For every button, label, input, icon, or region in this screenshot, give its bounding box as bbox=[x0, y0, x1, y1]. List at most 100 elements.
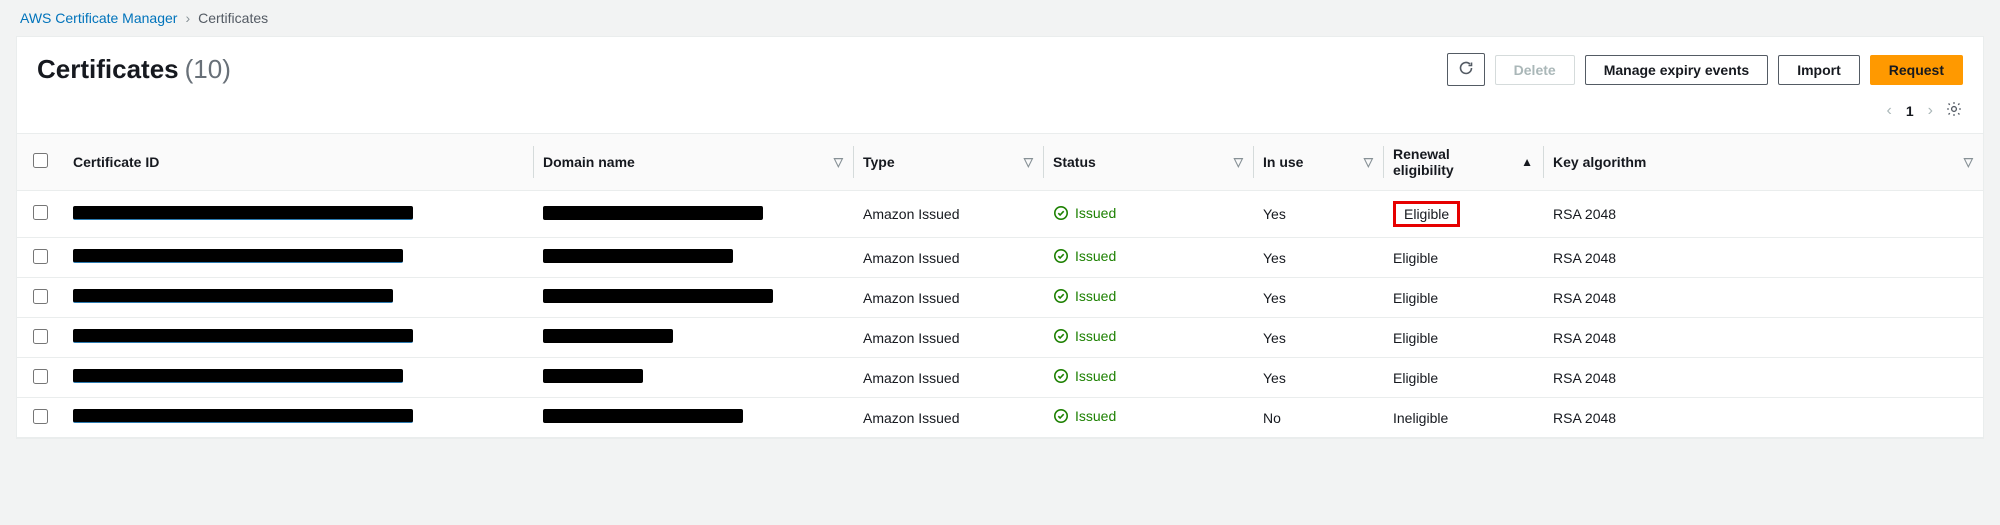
key-algorithm-cell: RSA 2048 bbox=[1553, 330, 1616, 346]
renewal-cell: Eligible bbox=[1393, 290, 1438, 306]
domain-name-cell bbox=[543, 289, 773, 303]
renewal-cell-highlighted: Eligible bbox=[1393, 201, 1460, 227]
check-circle-icon bbox=[1053, 288, 1069, 304]
row-checkbox[interactable] bbox=[33, 289, 48, 304]
row-checkbox[interactable] bbox=[33, 329, 48, 344]
col-label: Domain name bbox=[543, 154, 635, 170]
row-checkbox[interactable] bbox=[33, 369, 48, 384]
key-algorithm-cell: RSA 2048 bbox=[1553, 410, 1616, 426]
certificates-table: Certificate ID Domain name ▽ Type ▽ bbox=[17, 133, 1983, 438]
sort-desc-icon: ▽ bbox=[834, 155, 843, 169]
sort-desc-icon: ▽ bbox=[1024, 155, 1033, 169]
import-button[interactable]: Import bbox=[1778, 55, 1860, 85]
sort-asc-icon: ▲ bbox=[1521, 155, 1533, 169]
status-cell: Issued bbox=[1053, 205, 1116, 221]
in-use-cell: Yes bbox=[1263, 330, 1286, 346]
pager-next[interactable]: › bbox=[1928, 102, 1933, 120]
page-title: Certificates bbox=[37, 54, 179, 85]
page-title-count: (10) bbox=[185, 54, 231, 85]
refresh-button[interactable] bbox=[1447, 53, 1485, 86]
table-row: Amazon Issued Issued Yes Eligible RSA 20… bbox=[17, 358, 1983, 398]
col-key-algorithm[interactable]: Key algorithm ▽ bbox=[1543, 134, 1983, 191]
in-use-cell: Yes bbox=[1263, 250, 1286, 266]
pager-prev[interactable]: ‹ bbox=[1887, 102, 1892, 120]
in-use-cell: Yes bbox=[1263, 290, 1286, 306]
sort-desc-icon: ▽ bbox=[1364, 155, 1373, 169]
refresh-icon bbox=[1458, 60, 1474, 76]
action-bar: Delete Manage expiry events Import Reque… bbox=[1447, 53, 1963, 86]
col-type[interactable]: Type ▽ bbox=[853, 134, 1043, 191]
renewal-cell: Ineligible bbox=[1393, 410, 1448, 426]
col-label: Status bbox=[1053, 154, 1096, 170]
certificates-panel: Certificates (10) Delete Manage expiry e… bbox=[16, 36, 1984, 439]
status-cell: Issued bbox=[1053, 328, 1116, 344]
breadcrumb: AWS Certificate Manager › Certificates bbox=[0, 0, 2000, 36]
col-domain-name[interactable]: Domain name ▽ bbox=[533, 134, 853, 191]
type-cell: Amazon Issued bbox=[863, 250, 960, 266]
renewal-cell: Eligible bbox=[1393, 330, 1438, 346]
check-circle-icon bbox=[1053, 368, 1069, 384]
key-algorithm-cell: RSA 2048 bbox=[1553, 290, 1616, 306]
key-algorithm-cell: RSA 2048 bbox=[1553, 370, 1616, 386]
status-cell: Issued bbox=[1053, 288, 1116, 304]
renewal-cell: Eligible bbox=[1393, 370, 1438, 386]
check-circle-icon bbox=[1053, 205, 1069, 221]
key-algorithm-cell: RSA 2048 bbox=[1553, 206, 1616, 222]
certificate-id-link[interactable] bbox=[73, 329, 413, 343]
col-status[interactable]: Status ▽ bbox=[1043, 134, 1253, 191]
certificate-id-link[interactable] bbox=[73, 249, 403, 263]
domain-name-cell bbox=[543, 329, 673, 343]
type-cell: Amazon Issued bbox=[863, 410, 960, 426]
domain-name-cell bbox=[543, 409, 743, 423]
sort-desc-icon: ▽ bbox=[1234, 155, 1243, 169]
in-use-cell: No bbox=[1263, 410, 1281, 426]
domain-name-cell bbox=[543, 249, 733, 263]
sort-desc-icon: ▽ bbox=[1964, 155, 1973, 169]
settings-button[interactable] bbox=[1945, 100, 1963, 121]
gear-icon bbox=[1945, 100, 1963, 118]
domain-name-cell bbox=[543, 369, 643, 383]
check-circle-icon bbox=[1053, 408, 1069, 424]
certificate-id-link[interactable] bbox=[73, 206, 413, 220]
col-renewal-eligibility[interactable]: Renewal eligibility ▲ bbox=[1383, 134, 1543, 191]
row-checkbox[interactable] bbox=[33, 249, 48, 264]
col-label: Renewal eligibility bbox=[1393, 146, 1454, 178]
status-cell: Issued bbox=[1053, 408, 1116, 424]
in-use-cell: Yes bbox=[1263, 206, 1286, 222]
col-label: Key algorithm bbox=[1553, 154, 1646, 170]
type-cell: Amazon Issued bbox=[863, 370, 960, 386]
chevron-right-icon: › bbox=[185, 10, 190, 26]
col-in-use[interactable]: In use ▽ bbox=[1253, 134, 1383, 191]
table-row: Amazon Issued Issued No Ineligible RSA 2… bbox=[17, 398, 1983, 438]
col-label: Type bbox=[863, 154, 895, 170]
certificate-id-link[interactable] bbox=[73, 409, 413, 423]
pager-page: 1 bbox=[1906, 103, 1914, 119]
renewal-cell: Eligible bbox=[1393, 250, 1438, 266]
certificate-id-link[interactable] bbox=[73, 369, 403, 383]
key-algorithm-cell: RSA 2048 bbox=[1553, 250, 1616, 266]
check-circle-icon bbox=[1053, 328, 1069, 344]
type-cell: Amazon Issued bbox=[863, 290, 960, 306]
col-label: In use bbox=[1263, 154, 1303, 170]
check-circle-icon bbox=[1053, 248, 1069, 264]
col-certificate-id[interactable]: Certificate ID bbox=[63, 134, 533, 191]
breadcrumb-root-link[interactable]: AWS Certificate Manager bbox=[20, 10, 177, 26]
table-row: Amazon Issued Issued Yes Eligible RSA 20… bbox=[17, 238, 1983, 278]
delete-button[interactable]: Delete bbox=[1495, 55, 1575, 85]
row-checkbox[interactable] bbox=[33, 205, 48, 220]
table-row: Amazon Issued Issued Yes Eligible RSA 20… bbox=[17, 318, 1983, 358]
in-use-cell: Yes bbox=[1263, 370, 1286, 386]
col-label: Certificate ID bbox=[73, 154, 159, 170]
table-header-row: Certificate ID Domain name ▽ Type ▽ bbox=[17, 134, 1983, 191]
status-cell: Issued bbox=[1053, 248, 1116, 264]
manage-expiry-button[interactable]: Manage expiry events bbox=[1585, 55, 1769, 85]
table-row: Amazon Issued Issued Yes Eligible RSA 20… bbox=[17, 278, 1983, 318]
domain-name-cell bbox=[543, 206, 763, 220]
row-checkbox[interactable] bbox=[33, 409, 48, 424]
certificate-id-link[interactable] bbox=[73, 289, 393, 303]
select-all-checkbox[interactable] bbox=[33, 153, 48, 168]
table-row: Amazon Issued Issued Yes Eligible RSA 20… bbox=[17, 191, 1983, 238]
type-cell: Amazon Issued bbox=[863, 206, 960, 222]
request-button[interactable]: Request bbox=[1870, 55, 1963, 85]
breadcrumb-current: Certificates bbox=[198, 10, 268, 26]
